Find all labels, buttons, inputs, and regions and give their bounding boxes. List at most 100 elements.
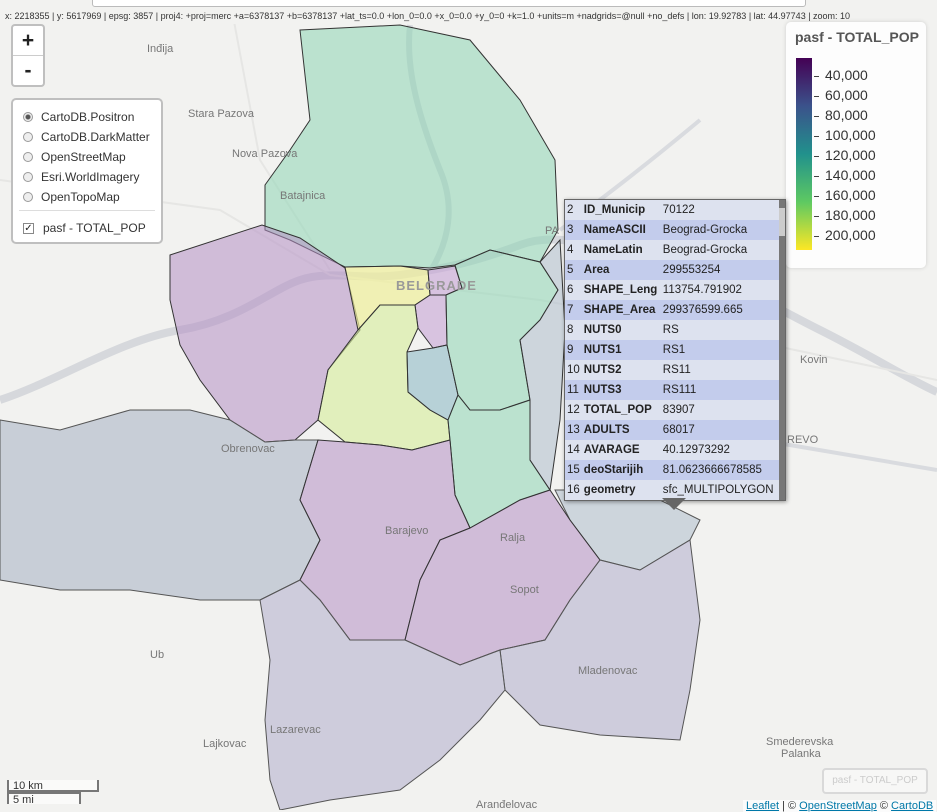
- place-label: Barajevo: [385, 525, 428, 537]
- place-label-belgrade: BELGRADE: [396, 278, 477, 293]
- place-label: Palanka: [781, 748, 822, 760]
- legend-tick: 80,000: [814, 107, 868, 123]
- attribute-value: sfc_MULTIPOLYGON: [662, 484, 774, 496]
- row-index: 7: [567, 304, 574, 316]
- attribute-name: NameASCII: [583, 224, 646, 236]
- row-index: 4: [567, 244, 574, 256]
- carto-link[interactable]: CartoDB: [891, 800, 933, 812]
- legend-tick: 40,000: [814, 67, 868, 83]
- base-layer-label: Esri.WorldImagery: [41, 170, 140, 184]
- place-label: Lajkovac: [203, 738, 247, 750]
- attribute-name: NUTS1: [583, 344, 622, 356]
- scrollbar-thumb[interactable]: [779, 208, 785, 236]
- layer-watermark: pasf - TOTAL_POP: [822, 768, 928, 794]
- attribute-name: SHAPE_Area: [583, 304, 656, 316]
- place-label: Ub: [150, 649, 164, 661]
- place-label: Kovin: [800, 354, 828, 366]
- scale-mi: 5 mi: [7, 792, 81, 806]
- attribute-name: NUTS0: [583, 324, 622, 336]
- popup-row: 3 NameASCII Beograd-Grocka: [565, 220, 779, 240]
- search-box[interactable]: [92, 0, 806, 7]
- radio-icon[interactable]: [23, 192, 33, 202]
- checkbox-checked-icon[interactable]: ✓: [23, 222, 34, 234]
- attribution: Leaflet | © OpenStreetMap © CartoDB: [743, 800, 937, 812]
- base-layer-label: CartoDB.Positron: [41, 110, 135, 124]
- place-label: REVO: [787, 434, 819, 446]
- leaflet-link[interactable]: Leaflet: [746, 800, 779, 812]
- attribute-value: 299553254: [662, 264, 721, 276]
- legend-tick: 120,000: [814, 147, 876, 163]
- attribute-name: TOTAL_POP: [583, 404, 652, 416]
- radio-icon[interactable]: [23, 152, 33, 162]
- place-label: Inđija: [147, 43, 174, 55]
- layer-control: CartoDB.Positron CartoDB.DarkMatter Open…: [11, 98, 163, 244]
- zoom-control: + -: [11, 24, 45, 87]
- attribute-name: ID_Municip: [583, 204, 646, 216]
- legend: pasf - TOTAL_POP 40,000 60,000 80,000 10…: [786, 22, 926, 268]
- place-label: Lazarevac: [270, 724, 321, 736]
- popup-row: 12 TOTAL_POP 83907: [565, 400, 779, 420]
- feature-popup[interactable]: 2 ID_Municip 70122 3 NameASCII Beograd-Grocka…: [564, 199, 786, 501]
- place-label: Obrenovac: [221, 443, 275, 455]
- base-layer-option[interactable]: CartoDB.Positron: [23, 109, 134, 125]
- row-index: 8: [567, 324, 574, 336]
- place-label: Stara Pazova: [188, 108, 255, 120]
- place-label: PA: [545, 225, 560, 237]
- mouse-coordinates: x: 2218355 | y: 5617969 | epsg: 3857 | p…: [5, 11, 851, 21]
- popup-row: 14 AVARAGE 40.12973292: [565, 440, 779, 460]
- base-layer-label: OpenTopoMap: [41, 190, 120, 204]
- base-layer-option[interactable]: OpenTopoMap: [23, 189, 120, 205]
- base-layer-label: CartoDB.DarkMatter: [41, 130, 150, 144]
- legend-title: pasf - TOTAL_POP: [795, 29, 919, 45]
- osm-link[interactable]: OpenStreetMap: [799, 800, 877, 812]
- attribute-table: 2 ID_Municip 70122 3 NameASCII Beograd-Grocka…: [565, 200, 779, 500]
- attribute-value: 68017: [662, 424, 695, 436]
- attribute-value: 40.12973292: [662, 444, 730, 456]
- legend-tick: 200,000: [814, 227, 876, 243]
- attribution-separator: ©: [876, 800, 892, 812]
- attribute-value: Beograd-Grocka: [662, 224, 748, 236]
- base-layer-option[interactable]: CartoDB.DarkMatter: [23, 129, 150, 145]
- row-index: 12: [567, 404, 580, 416]
- row-index: 5: [567, 264, 574, 276]
- popup-row: 15 deoStarijih 81.0623666678585: [565, 460, 779, 480]
- base-layer-option[interactable]: Esri.WorldImagery: [23, 169, 139, 185]
- base-layer-option[interactable]: OpenStreetMap: [23, 149, 126, 165]
- radio-selected-icon[interactable]: [23, 112, 33, 122]
- popup-row: 13 ADULTS 68017: [565, 420, 779, 440]
- popup-row: 7 SHAPE_Area 299376599.665: [565, 300, 779, 320]
- legend-tick: 180,000: [814, 207, 876, 223]
- overlay-option[interactable]: ✓ pasf - TOTAL_POP: [23, 220, 146, 236]
- place-label: Batajnica: [280, 190, 326, 202]
- radio-icon[interactable]: [23, 132, 33, 142]
- legend-tick: 100,000: [814, 127, 876, 143]
- attribute-name: geometry: [583, 484, 636, 496]
- attribute-name: AVARAGE: [583, 444, 640, 456]
- popup-row: 4 NameLatin Beograd-Grocka: [565, 240, 779, 260]
- place-label: Aranđelovac: [476, 799, 538, 810]
- place-label: Sopot: [510, 584, 539, 596]
- attribute-name: NUTS3: [583, 384, 622, 396]
- zoom-in-button[interactable]: +: [13, 26, 43, 55]
- zoom-out-button[interactable]: -: [13, 55, 43, 85]
- legend-tick: 160,000: [814, 187, 876, 203]
- attribute-value: Beograd-Grocka: [662, 244, 748, 256]
- attribute-name: NameLatin: [583, 244, 643, 256]
- radio-icon[interactable]: [23, 172, 33, 182]
- attribute-value: RS11: [662, 364, 691, 376]
- popup-scrollbar[interactable]: [779, 200, 785, 500]
- place-label: Ralja: [500, 532, 526, 544]
- popup-row: 2 ID_Municip 70122: [565, 200, 779, 220]
- row-index: 10: [567, 364, 580, 376]
- popup-row: 9 NUTS1 RS1: [565, 340, 779, 360]
- place-label: Mladenovac: [578, 665, 638, 677]
- popup-row: 16 geometry sfc_MULTIPOLYGON: [565, 480, 779, 500]
- attribute-name: NUTS2: [583, 364, 622, 376]
- popup-row: 11 NUTS3 RS111: [565, 380, 779, 400]
- legend-color-ramp: [796, 58, 812, 250]
- row-index: 6: [567, 284, 574, 296]
- attribute-value: 113754.791902: [662, 284, 742, 296]
- attribution-separator: | ©: [779, 800, 800, 812]
- attribute-value: RS1: [662, 344, 686, 356]
- row-index: 11: [567, 384, 579, 396]
